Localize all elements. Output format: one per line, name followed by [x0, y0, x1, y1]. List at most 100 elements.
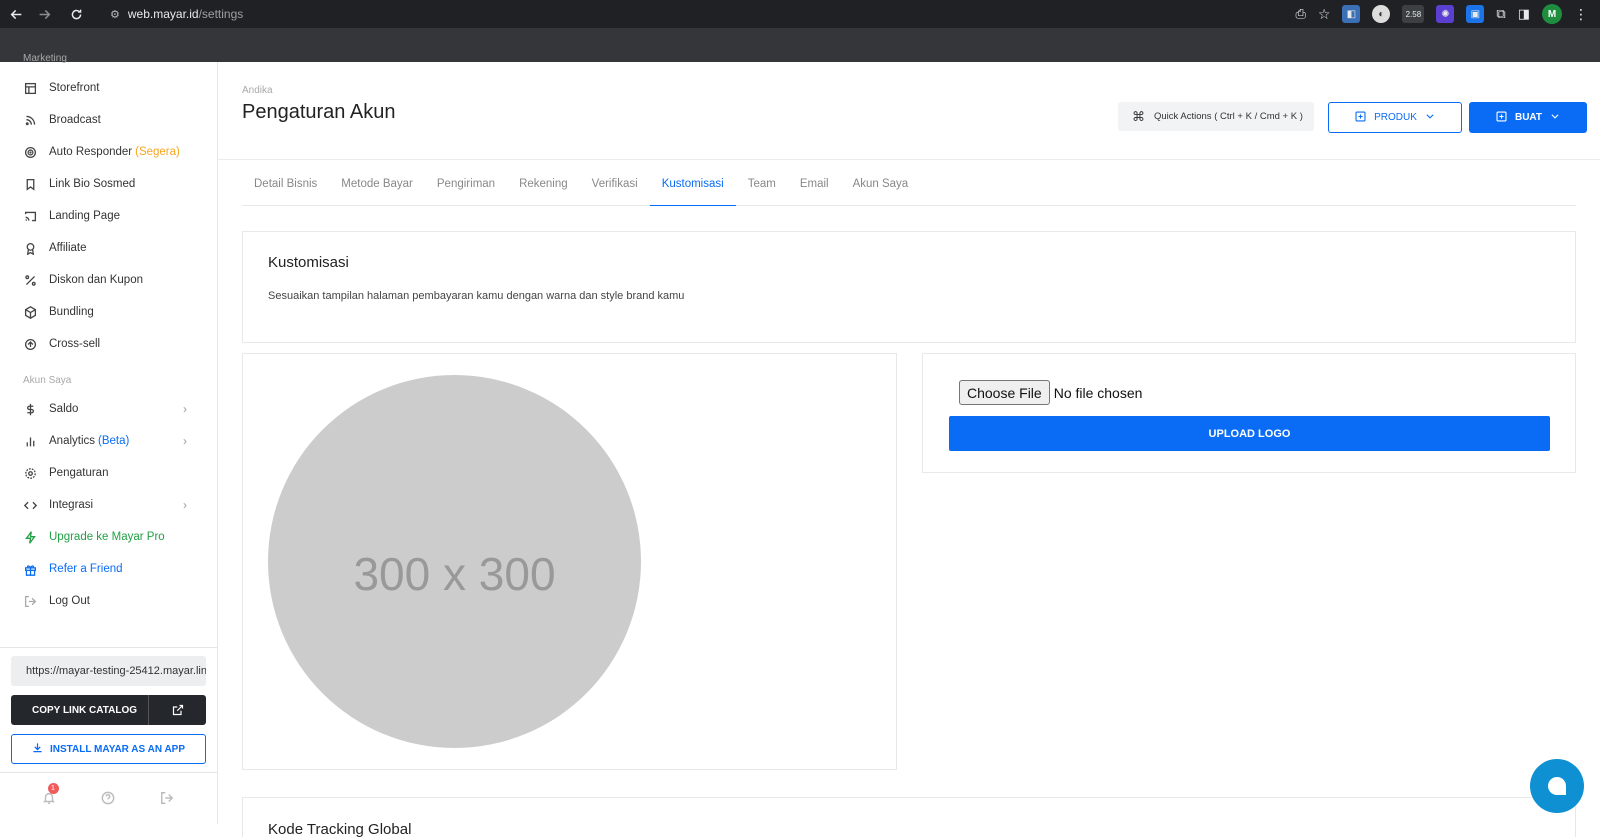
- gift-icon: [24, 563, 37, 576]
- settings-icon: [24, 467, 37, 480]
- target-icon: [24, 146, 37, 159]
- side-panel-icon[interactable]: ◨: [1518, 6, 1530, 22]
- profile-avatar[interactable]: M: [1542, 4, 1562, 24]
- sidebar-item-label: Broadcast: [49, 114, 101, 126]
- sidebar-item-discount[interactable]: Diskon dan Kupon: [0, 264, 217, 296]
- sidebar-item-cross-sell[interactable]: Cross-sell: [0, 328, 217, 360]
- extension-icon[interactable]: ✺: [1436, 5, 1455, 23]
- bookmark-star-icon[interactable]: ☆: [1318, 6, 1331, 23]
- produk-dropdown-button[interactable]: PRODUK: [1328, 102, 1462, 133]
- sidebar-item-pengaturan[interactable]: Pengaturan: [0, 457, 217, 489]
- sidebar-item-label: Analytics: [49, 435, 96, 447]
- bookmark-icon: [24, 178, 37, 191]
- notification-badge: 1: [47, 782, 59, 794]
- url-host: web.mayar.id: [127, 7, 199, 21]
- install-app-button[interactable]: INSTALL MAYAR AS AN APP: [11, 734, 206, 764]
- tab-metode-bayar[interactable]: Metode Bayar: [329, 171, 425, 206]
- install-app-icon[interactable]: ⎙: [1295, 6, 1305, 22]
- sidebar-item-label: Link Bio Sosmed: [49, 178, 136, 190]
- chat-bubble-icon: [1548, 777, 1566, 795]
- extension-icon[interactable]: ▣: [1466, 5, 1485, 23]
- extension-icon[interactable]: ◐: [1372, 5, 1391, 23]
- sidebar-footer: 1: [0, 772, 217, 824]
- external-link-icon[interactable]: [149, 695, 206, 725]
- forward-icon[interactable]: [30, 0, 58, 28]
- rss-icon: [24, 114, 37, 127]
- sidebar-item-integrasi[interactable]: Integrasi ›: [0, 489, 217, 521]
- plus-square-icon: [1355, 110, 1366, 125]
- sidebar-item-label: Storefront: [49, 82, 100, 94]
- download-icon: [32, 742, 43, 756]
- sidebar-item-analytics[interactable]: Analytics (Beta) ›: [0, 425, 217, 457]
- award-icon: [24, 242, 37, 255]
- sidebar-item-label: Bundling: [49, 306, 94, 318]
- browser-menu-icon[interactable]: ⋮: [1574, 6, 1588, 23]
- box-icon: [24, 305, 37, 319]
- sidebar-item-link-bio[interactable]: Link Bio Sosmed: [0, 168, 217, 200]
- tab-verifikasi[interactable]: Verifikasi: [580, 171, 650, 206]
- sidebar-item-label: Saldo: [49, 403, 79, 415]
- url-path: /settings: [198, 7, 244, 21]
- sidebar-item-storefront[interactable]: Storefront: [0, 72, 217, 104]
- section-label-account: Akun Saya: [23, 375, 72, 386]
- back-icon[interactable]: [2, 0, 30, 28]
- sidebar-item-logout[interactable]: Log Out: [0, 585, 217, 617]
- tracking-code-card: Kode Tracking Global: [242, 797, 1576, 838]
- choose-file-button[interactable]: Choose File: [959, 380, 1050, 405]
- tab-email[interactable]: Email: [788, 171, 841, 206]
- copy-link-catalog-button[interactable]: COPY LINK CATALOG: [11, 695, 206, 725]
- extension-badge-icon[interactable]: 2.58: [1402, 5, 1425, 23]
- quick-actions-button[interactable]: ⌘ Quick Actions ( Ctrl + K / Cmd + K ): [1118, 102, 1314, 131]
- arrow-up-circle-icon: [24, 338, 37, 351]
- produk-label: PRODUK: [1374, 112, 1417, 123]
- browser-toolbar: ⚙ web.mayar.id/settings ⎙ ☆ ◧ ◐ 2.58 ✺ ▣…: [0, 0, 1600, 28]
- chevron-right-icon: ›: [183, 434, 187, 448]
- buat-dropdown-button[interactable]: BUAT: [1469, 102, 1587, 133]
- reload-icon[interactable]: [62, 0, 90, 28]
- sidebar-item-upgrade[interactable]: Upgrade ke Mayar Pro: [0, 521, 217, 553]
- extension-icon[interactable]: ◧: [1342, 5, 1361, 23]
- tab-detail-bisnis[interactable]: Detail Bisnis: [242, 171, 329, 206]
- copy-link-label: COPY LINK CATALOG: [11, 695, 149, 725]
- sidebar-item-bundling[interactable]: Bundling: [0, 296, 217, 328]
- tab-pengiriman[interactable]: Pengiriman: [425, 171, 507, 206]
- chat-support-button[interactable]: [1530, 759, 1584, 813]
- help-icon[interactable]: [101, 791, 117, 807]
- sidebar-item-broadcast[interactable]: Broadcast: [0, 104, 217, 136]
- sidebar-item-refer[interactable]: Refer a Friend: [0, 553, 217, 585]
- upload-logo-button[interactable]: UPLOAD LOGO: [949, 416, 1550, 451]
- breadcrumb[interactable]: Andika: [242, 85, 273, 96]
- sidebar-item-label: Pengaturan: [49, 467, 109, 479]
- tab-akun-saya[interactable]: Akun Saya: [841, 171, 921, 206]
- sidebar-item-saldo[interactable]: Saldo ›: [0, 393, 217, 425]
- page-title: Pengaturan Akun: [242, 101, 396, 123]
- catalog-link-field[interactable]: https://mayar-testing-25412.mayar.link: [11, 656, 206, 686]
- logo-preview-card: 300 x 300: [242, 353, 897, 770]
- logout-shortcut-icon[interactable]: [160, 791, 176, 807]
- sidebar-catalog-panel: https://mayar-testing-25412.mayar.link C…: [0, 647, 217, 764]
- bar-chart-icon: [24, 435, 37, 448]
- chevron-right-icon: ›: [183, 402, 187, 416]
- site-info-icon[interactable]: ⚙: [110, 8, 120, 21]
- settings-tabs: Detail Bisnis Metode Bayar Pengiriman Re…: [242, 171, 1576, 206]
- percent-icon: [24, 274, 37, 287]
- section-description: Sesuaikan tampilan halaman pembayaran ka…: [268, 290, 685, 302]
- extensions-puzzle-icon[interactable]: ⧉: [1496, 6, 1505, 22]
- section-title: Kustomisasi: [268, 254, 349, 271]
- notification-button[interactable]: 1: [42, 782, 59, 807]
- tab-rekening[interactable]: Rekening: [507, 171, 580, 206]
- logo-placeholder-image: 300 x 300: [268, 375, 641, 748]
- sidebar-item-label: Refer a Friend: [49, 563, 123, 575]
- chevron-down-icon: [1425, 111, 1435, 124]
- logo-upload-card: Choose File No file chosen UPLOAD LOGO: [922, 353, 1576, 473]
- sidebar-item-landing-page[interactable]: Landing Page: [0, 200, 217, 232]
- sidebar-item-auto-responder[interactable]: Auto Responder (Segera): [0, 136, 217, 168]
- sidebar-item-affiliate[interactable]: Affiliate: [0, 232, 217, 264]
- tab-team[interactable]: Team: [736, 171, 788, 206]
- command-icon: ⌘: [1132, 108, 1145, 124]
- address-bar[interactable]: ⚙ web.mayar.id/settings: [100, 2, 1280, 26]
- sidebar-item-label: Upgrade ke Mayar Pro: [49, 531, 165, 543]
- beta-tag: (Beta): [98, 435, 130, 447]
- file-input[interactable]: Choose File No file chosen: [959, 380, 1142, 405]
- tab-kustomisasi[interactable]: Kustomisasi: [649, 171, 736, 206]
